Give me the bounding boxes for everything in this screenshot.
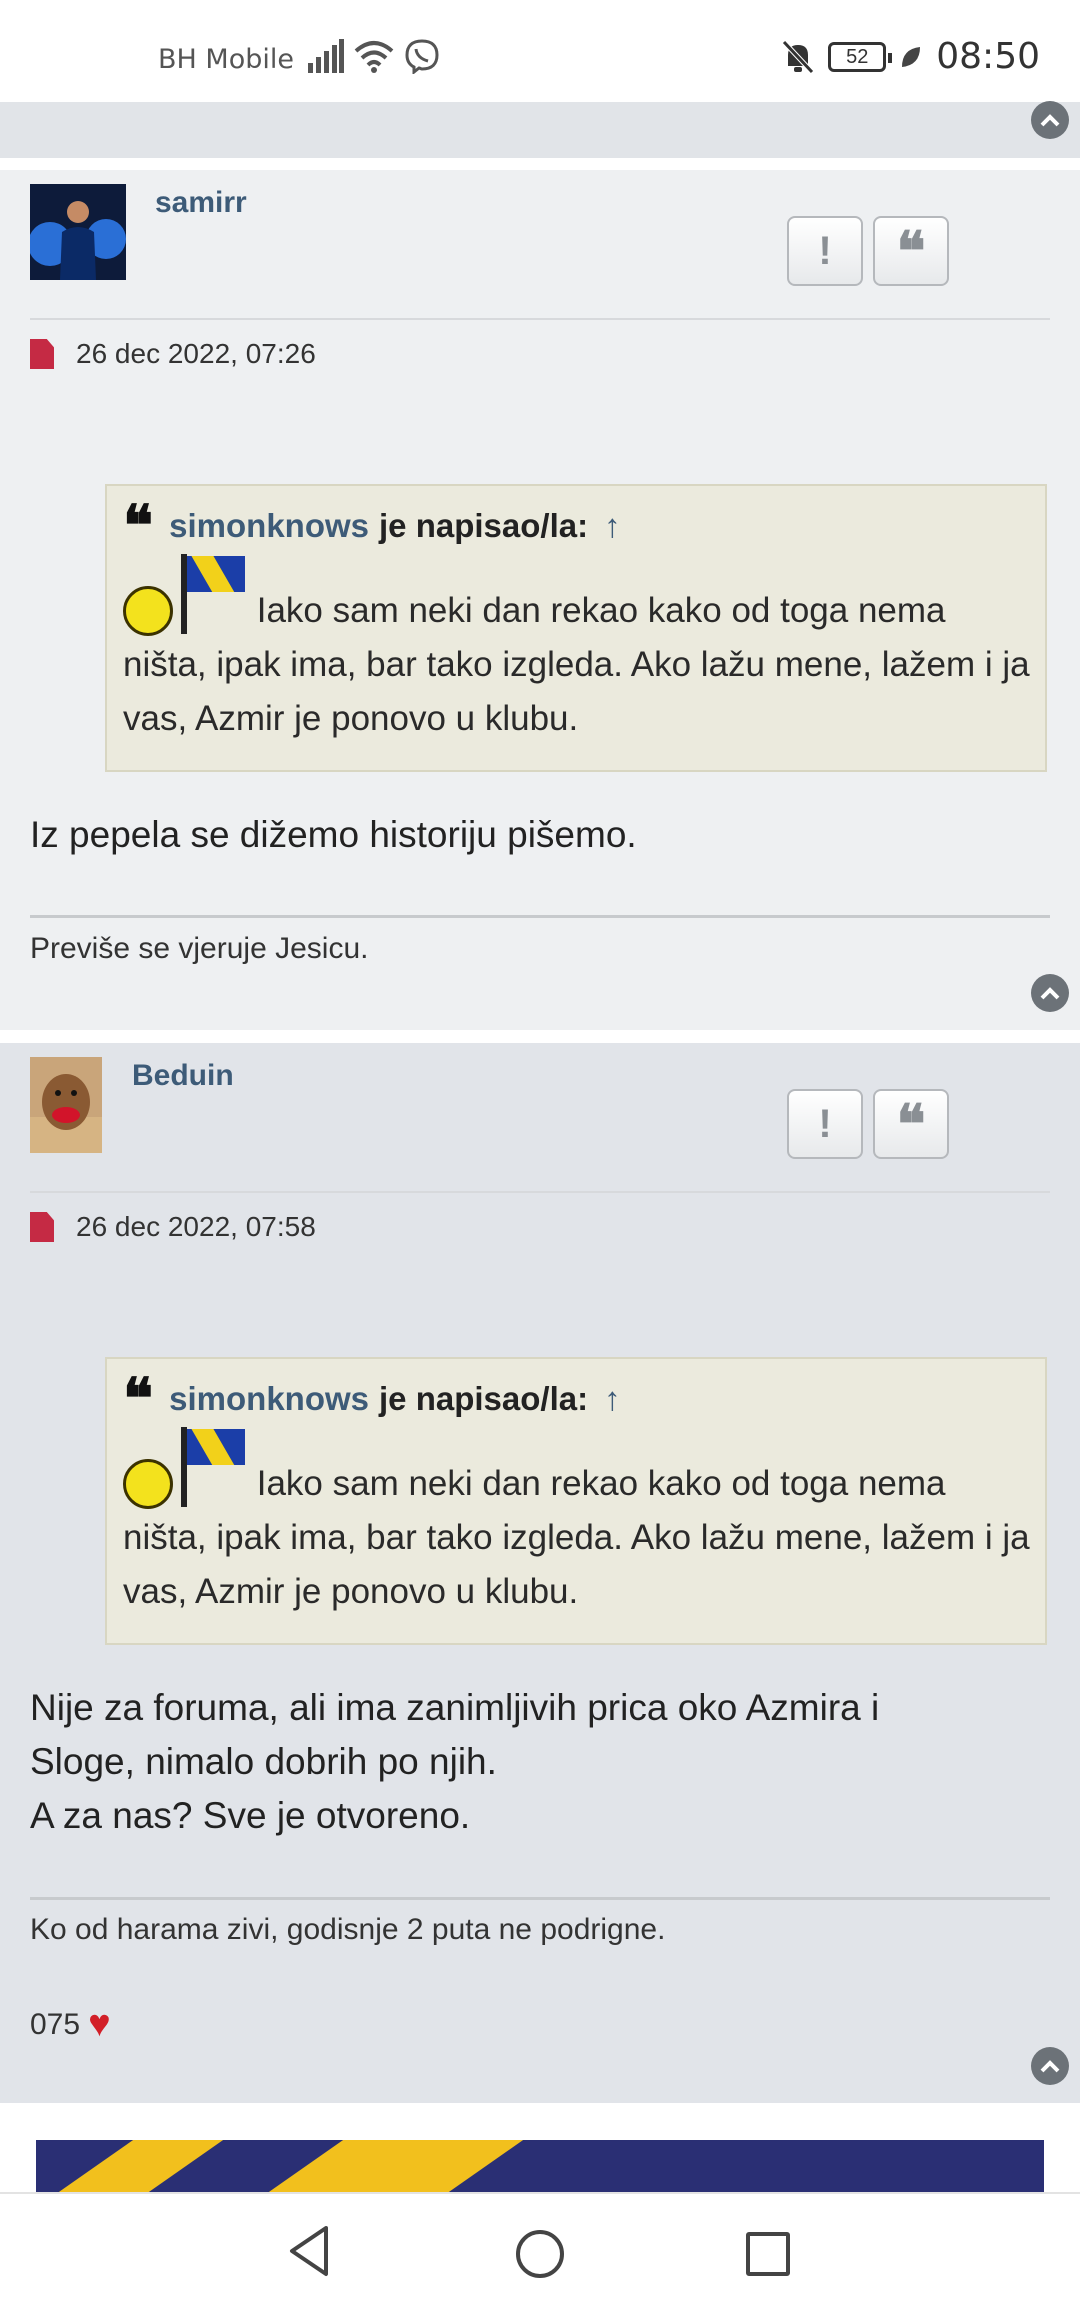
quote-author-link[interactable]: simonknows xyxy=(169,507,369,545)
username-link[interactable]: Beduin xyxy=(132,1059,234,1093)
avatar[interactable] xyxy=(30,184,126,280)
post-meta: 26 dec 2022, 07:26 xyxy=(30,338,316,370)
signature: Previše se vjeruje Jesicu. xyxy=(30,932,369,965)
quote-block: ❝ simonknows je napisao/la: ↑ Iako sam n… xyxy=(105,484,1047,772)
signal-icon xyxy=(308,39,344,73)
post-body-line: Sloge, nimalo dobrih po njih. xyxy=(30,1741,497,1782)
username-link[interactable]: samirr xyxy=(155,186,247,220)
quote-button[interactable]: ❝ xyxy=(873,216,949,286)
leaf-icon xyxy=(902,46,921,67)
post-body-line: A za nas? Sve je otvoreno. xyxy=(30,1795,471,1836)
chevron-up-icon xyxy=(1040,114,1060,127)
smiley-flag-icon xyxy=(123,1427,247,1509)
quote-text: Iako sam neki dan rekao kako od toga nem… xyxy=(123,591,1030,738)
carrier-label: BH Mobile xyxy=(158,44,294,75)
quote-text: Iako sam neki dan rekao kako od toga nem… xyxy=(123,1464,1030,1611)
signature-line: 075 xyxy=(30,2007,81,2041)
back-to-top-button[interactable] xyxy=(1031,101,1069,139)
back-to-top-button[interactable] xyxy=(1031,2047,1069,2085)
quote-icon: ❝ xyxy=(896,219,926,283)
quote-button[interactable]: ❝ xyxy=(873,1089,949,1159)
post-body: Iz pepela se dižemo historiju pišemo. xyxy=(30,808,637,862)
quote-wrote-label: je napisao/la: xyxy=(379,1380,589,1417)
quote-block: ❝ simonknows je napisao/la: ↑ Iako sam n… xyxy=(105,1357,1047,1645)
back-icon[interactable] xyxy=(286,2224,332,2278)
report-button[interactable]: ! xyxy=(787,216,863,286)
report-button[interactable]: ! xyxy=(787,1089,863,1159)
quote-header: ❝ simonknows je napisao/la: ↑ xyxy=(123,493,621,559)
quote-icon: ❝ xyxy=(896,1092,926,1156)
post-body-line: Iz pepela se dižemo historiju pišemo. xyxy=(30,814,637,855)
quote-mark-icon: ❝ xyxy=(123,1366,154,1432)
previous-post-footer xyxy=(0,101,1080,158)
smiley-flag-icon xyxy=(123,554,247,636)
post-header-divider xyxy=(30,1191,1050,1193)
home-icon[interactable] xyxy=(516,2230,564,2278)
quote-author-link[interactable]: simonknows xyxy=(169,1380,369,1418)
post-file-icon[interactable] xyxy=(30,1212,54,1242)
post: Beduin ! ❝ 26 dec 2022, 07:58 ❝ simonkno… xyxy=(0,1043,1080,2103)
heart-icon: ♥ xyxy=(88,2003,111,2045)
status-icons-left xyxy=(308,38,440,74)
quote-body: Iako sam neki dan rekao kako od toga nem… xyxy=(123,554,1033,746)
quote-body: Iako sam neki dan rekao kako od toga nem… xyxy=(123,1427,1033,1619)
status-bar: BH Mobile 52 08:50 xyxy=(0,0,1080,102)
quote-source-arrow-icon[interactable]: ↑ xyxy=(604,507,621,545)
quote-header: ❝ simonknows je napisao/la: ↑ xyxy=(123,1366,621,1432)
clock: 08:50 xyxy=(936,36,1040,77)
back-to-top-button[interactable] xyxy=(1031,974,1069,1012)
signature-line: Ko od harama zivi, godisnje 2 puta ne po… xyxy=(30,1913,666,1946)
post-body-line: Nije za foruma, ali ima zanimljivih pric… xyxy=(30,1687,880,1728)
signature-divider xyxy=(30,1897,1050,1900)
avatar[interactable] xyxy=(30,1057,102,1153)
post-body: Nije za foruma, ali ima zanimljivih pric… xyxy=(30,1681,879,1843)
recent-apps-icon[interactable] xyxy=(746,2232,790,2276)
post: samirr ! ❝ 26 dec 2022, 07:26 ❝ simonkno… xyxy=(0,170,1080,1030)
post-file-icon[interactable] xyxy=(30,339,54,369)
post-date: 26 dec 2022, 07:26 xyxy=(76,338,316,369)
quote-mark-icon: ❝ xyxy=(123,493,154,559)
navigation-bar xyxy=(0,2192,1080,2310)
status-icons-right: 52 08:50 xyxy=(782,36,1040,77)
chevron-up-icon xyxy=(1040,2060,1060,2073)
post-meta: 26 dec 2022, 07:58 xyxy=(30,1211,316,1243)
signature-divider xyxy=(30,915,1050,918)
signature-extra: 075 ♥ xyxy=(30,2003,111,2046)
banner-image[interactable] xyxy=(36,2140,1044,2192)
battery-icon: 52 xyxy=(828,41,893,72)
viber-icon xyxy=(405,39,439,74)
bell-off-icon xyxy=(782,39,815,74)
quote-source-arrow-icon[interactable]: ↑ xyxy=(604,1380,621,1418)
post-header-divider xyxy=(30,318,1050,320)
quote-wrote-label: je napisao/la: xyxy=(379,507,589,544)
signature: Ko od harama zivi, godisnje 2 puta ne po… xyxy=(30,1913,665,1947)
post-date: 26 dec 2022, 07:58 xyxy=(76,1211,316,1242)
chevron-up-icon xyxy=(1040,987,1060,1000)
wifi-icon xyxy=(354,41,394,73)
